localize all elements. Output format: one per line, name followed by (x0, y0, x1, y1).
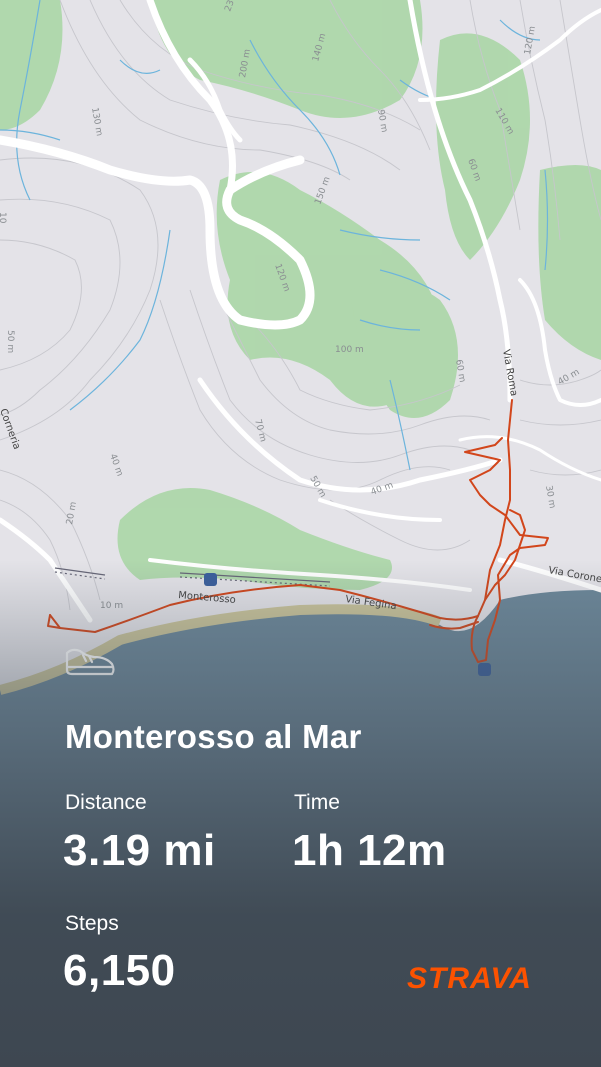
activity-share-card: 230 200 m 140 m 120 m 90 m 150 m 120 m 1… (0, 0, 601, 1067)
svg-text:10: 10 (0, 212, 7, 224)
svg-text:100 m: 100 m (335, 345, 364, 355)
svg-text:10 m: 10 m (100, 601, 123, 611)
time-label: Time (294, 791, 340, 814)
activity-title: Monterosso al Mar (65, 718, 362, 755)
train-station-icon (204, 573, 217, 586)
route-map: 230 200 m 140 m 120 m 90 m 150 m 120 m 1… (0, 0, 601, 1067)
bus-stop-icon (478, 663, 491, 676)
steps-value: 6,150 (63, 946, 176, 995)
distance-label: Distance (65, 791, 147, 814)
distance-value: 3.19 mi (63, 826, 216, 875)
steps-label: Steps (65, 912, 119, 935)
strava-logo: STRAVA (407, 962, 532, 995)
svg-text:50 m: 50 m (5, 330, 15, 353)
time-value: 1h 12m (292, 826, 447, 875)
